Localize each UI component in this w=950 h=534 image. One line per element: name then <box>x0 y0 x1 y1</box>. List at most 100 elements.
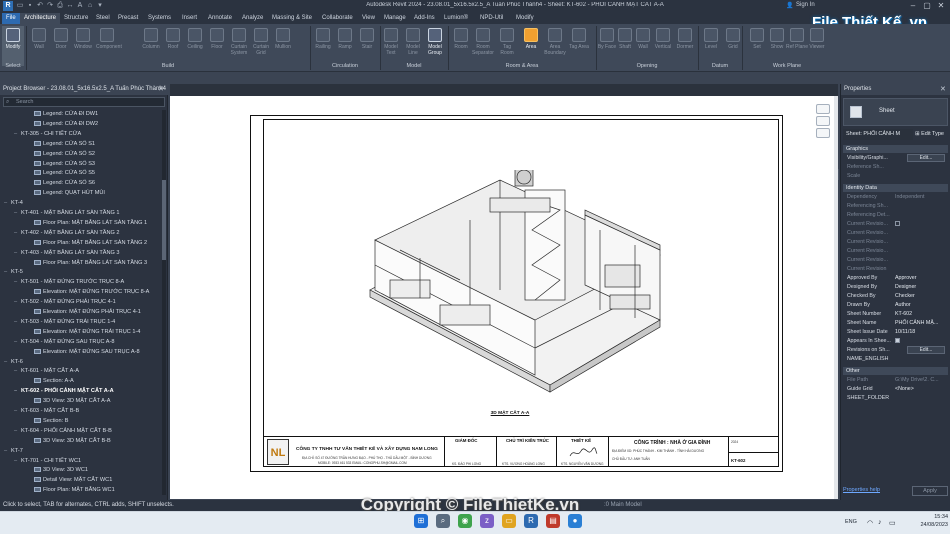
property-row[interactable]: Sheet Issue Date 10/11/18 <box>843 328 948 337</box>
menu-tab[interactable]: Steel <box>92 13 114 24</box>
property-value[interactable]: Designer <box>895 283 947 292</box>
zoom-icon[interactable] <box>816 128 830 138</box>
menu-tab[interactable]: Analyze <box>238 13 267 24</box>
ribbon-button[interactable]: Roof <box>162 26 184 66</box>
property-row[interactable]: Referencing Det... <box>843 211 948 220</box>
property-row[interactable]: Reference Sh... <box>843 163 948 172</box>
property-value[interactable]: Independent <box>895 193 947 202</box>
tree-item[interactable]: – KT-7 <box>4 447 23 457</box>
tree-item[interactable]: – KT-603 - MẶT CẮT B-B <box>14 407 79 417</box>
volume-icon[interactable]: ♪ <box>878 519 882 526</box>
file-explorer-icon[interactable]: ▭ <box>502 514 516 528</box>
expand-toggle-icon[interactable]: – <box>14 318 21 328</box>
battery-icon[interactable]: ▭ <box>889 519 896 527</box>
expand-toggle-icon[interactable]: – <box>14 338 21 348</box>
ribbon-button[interactable]: Dormer <box>674 26 696 66</box>
tree-item[interactable]: Section: B <box>34 417 69 427</box>
property-value[interactable]: <None> <box>895 385 947 394</box>
ribbon-button[interactable]: Mullion <box>272 26 294 66</box>
search-icon[interactable]: ⌕ <box>436 514 450 528</box>
expand-toggle-icon[interactable]: – <box>14 249 21 259</box>
property-row[interactable]: Drawn By Author <box>843 301 948 310</box>
expand-toggle-icon[interactable]: – <box>14 298 21 308</box>
tree-item[interactable]: Section: A-A <box>34 377 74 387</box>
open-icon[interactable]: ▭ <box>16 2 24 10</box>
ribbon-button[interactable]: Set <box>746 26 768 66</box>
property-row[interactable]: Current Revisio... <box>843 256 948 265</box>
tree-item[interactable]: 3D View: 3D MẶT CẮT B-B <box>34 437 111 447</box>
properties-category[interactable]: Other <box>843 367 948 375</box>
tree-item[interactable]: – KT-502 - MẶT ĐỨNG PHẢI TRỤC 4-1 <box>14 298 116 308</box>
property-row[interactable]: Approved By Approver <box>843 274 948 283</box>
tree-item[interactable]: Legend: CỬA SỔ S5 <box>34 169 95 179</box>
menu-tab[interactable]: NPD-Util <box>476 13 507 24</box>
properties-category[interactable]: Identity Data <box>843 184 948 192</box>
expand-toggle-icon[interactable]: – <box>14 387 21 397</box>
ribbon-button[interactable]: Wall <box>28 26 50 66</box>
property-row[interactable]: Revisions on Sh... Edit... <box>843 346 948 355</box>
print-icon[interactable]: ⎙ <box>56 2 64 10</box>
property-row[interactable]: Sheet Number KT-602 <box>843 310 948 319</box>
property-row[interactable]: File Path G:\My Drive\2. C... <box>843 376 948 385</box>
tree-item[interactable]: – KT-501 - MẶT ĐỨNG TRƯỚC TRỤC 8-A <box>14 278 124 288</box>
tree-item[interactable]: Elevation: MẶT ĐỨNG SAU TRỤC A-8 <box>34 348 140 358</box>
property-row[interactable]: Current Revisio... <box>843 220 948 229</box>
text-icon[interactable]: A <box>76 2 84 10</box>
tree-item[interactable]: – KT-5 <box>4 268 23 278</box>
expand-toggle-icon[interactable]: – <box>14 130 21 140</box>
property-value[interactable]: G:\My Drive\2. C... <box>895 376 947 385</box>
type-selector[interactable] <box>843 98 948 126</box>
measure-icon[interactable]: ↔ <box>66 2 74 10</box>
ribbon-button[interactable]: Curtain Grid <box>250 26 272 66</box>
ribbon-button[interactable]: Model Line <box>402 26 424 66</box>
property-row[interactable]: Current Revisio... <box>843 238 948 247</box>
expand-toggle-icon[interactable]: – <box>14 367 21 377</box>
expand-toggle-icon[interactable]: – <box>14 457 21 467</box>
tree-item[interactable]: – KT-402 - MẶT BẰNG LÁT SÀN TẦNG 2 <box>14 229 120 239</box>
zalo-icon[interactable]: z <box>480 514 494 528</box>
tree-item[interactable]: – KT-504 - MẶT ĐỨNG SAU TRỤC A-8 <box>14 338 114 348</box>
revit-taskbar-icon[interactable]: R <box>524 514 538 528</box>
expand-toggle-icon[interactable]: – <box>4 447 11 457</box>
tree-item[interactable]: Floor Plan: MẶT BẰNG LÁT SÀN TẦNG 1 <box>34 219 147 229</box>
tree-item[interactable]: – KT-604 - PHỐI CẢNH MẶT CẮT B-B <box>14 427 112 437</box>
canvas-scrollbar[interactable] <box>834 96 838 499</box>
tree-item[interactable]: 3D View: 3D MẶT CẮT A-A <box>34 397 110 407</box>
menu-tab[interactable]: Manage <box>380 13 410 24</box>
ribbon-button[interactable]: Floor <box>206 26 228 66</box>
tree-item[interactable]: Floor Plan: MẶT BẰNG LÁT SÀN TẦNG 2 <box>34 239 147 249</box>
property-row[interactable]: Dependency Independent <box>843 193 948 202</box>
tree-item[interactable]: Legend: CỬA ĐI DW1 <box>34 110 98 120</box>
menu-tab[interactable]: Annotate <box>204 13 236 24</box>
tree-item[interactable]: Legend: CỬA SỔ S1 <box>34 140 95 150</box>
property-value[interactable] <box>895 220 947 229</box>
property-value[interactable]: 10/11/18 <box>895 328 947 337</box>
ribbon-button[interactable]: Grid <box>722 26 744 66</box>
tree-item[interactable]: – KT-305 - CHI TIẾT CỬA <box>14 130 81 140</box>
minimize-icon[interactable]: – <box>906 0 920 12</box>
language-indicator[interactable]: ENG <box>845 519 857 525</box>
ribbon-button[interactable]: Room Separator <box>472 26 494 66</box>
menu-tab[interactable]: Architecture <box>20 13 61 24</box>
property-value[interactable]: KT-602 <box>895 310 947 319</box>
property-row[interactable]: Referencing Sh... <box>843 202 948 211</box>
ribbon-button[interactable]: Railing <box>312 26 334 66</box>
checkbox[interactable] <box>895 338 900 344</box>
ribbon-button[interactable]: Vertical <box>652 26 674 66</box>
ribbon-button[interactable]: Door <box>50 26 72 66</box>
revit-logo-icon[interactable]: R <box>3 1 13 11</box>
pdf-icon[interactable]: ▤ <box>546 514 560 528</box>
3d-section-view[interactable] <box>360 170 670 400</box>
ribbon-button[interactable]: Model Group <box>424 26 446 66</box>
ribbon-button[interactable]: Component <box>96 26 122 66</box>
sign-in-link[interactable]: Sign In <box>796 2 815 8</box>
expand-toggle-icon[interactable]: – <box>14 209 21 219</box>
view-cube-icon[interactable] <box>816 104 830 114</box>
ribbon-button[interactable]: Window <box>72 26 94 66</box>
tree-item[interactable]: – KT-401 - MẶT BẰNG LÁT SÀN TẦNG 1 <box>14 209 120 219</box>
ribbon-button[interactable]: Room <box>450 26 472 66</box>
tree-item[interactable]: Legend: CỬA SỔ S3 <box>34 160 95 170</box>
app-icon[interactable]: ● <box>568 514 582 528</box>
expand-toggle-icon[interactable]: – <box>14 427 21 437</box>
menu-tab[interactable]: Modify <box>512 13 538 24</box>
